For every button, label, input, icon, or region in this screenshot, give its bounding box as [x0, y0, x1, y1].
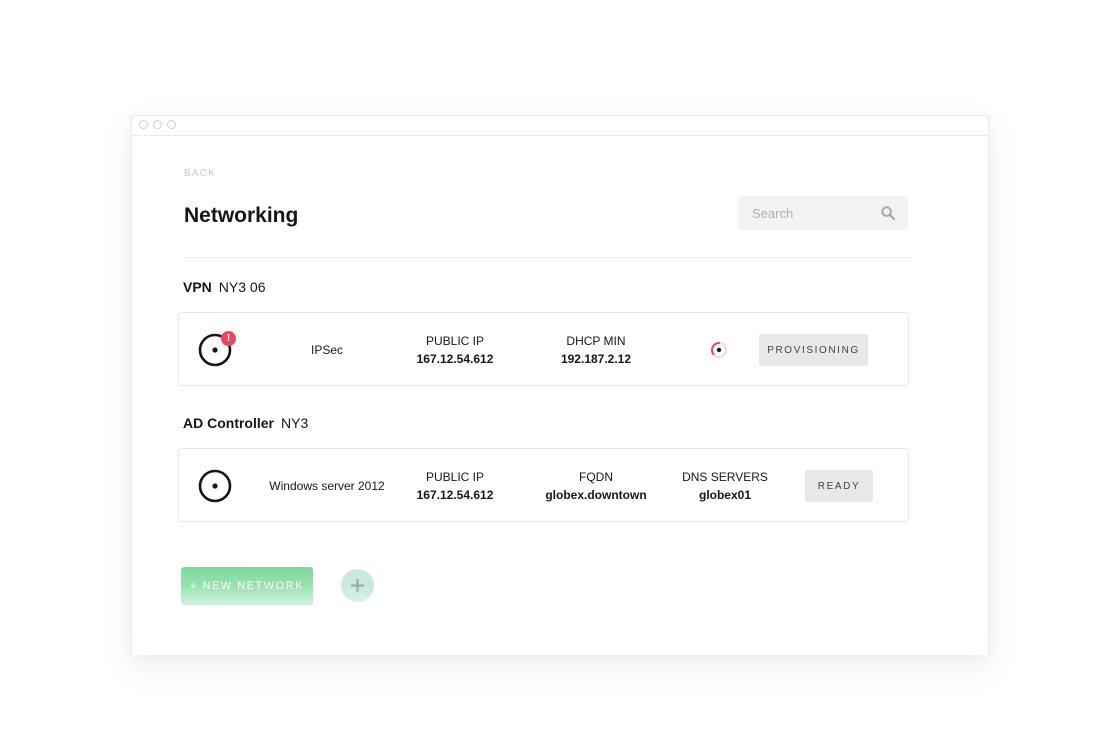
ad-public-ip: PUBLIC IP 167.12.54.612	[417, 468, 494, 504]
vpn-protocol: IPSec	[310, 343, 344, 357]
section-location: NY3	[281, 415, 309, 431]
network-disc-icon	[198, 469, 232, 503]
search-box[interactable]	[738, 196, 908, 230]
field-label: FQDN	[578, 470, 613, 484]
window-minimize-control[interactable]	[153, 120, 162, 129]
window-maximize-control[interactable]	[167, 120, 176, 129]
plus-icon	[351, 579, 364, 592]
add-button[interactable]	[341, 569, 374, 602]
section-type-label: AD Controller	[183, 415, 274, 431]
alert-icon: !	[221, 331, 236, 346]
field-label: PUBLIC IP	[425, 334, 485, 348]
status-badge-provisioning[interactable]: PROVISIONING	[759, 334, 868, 366]
field-label: DHCP MIN	[566, 334, 626, 348]
field-value: globex01	[698, 488, 752, 502]
section-type-label: VPN	[183, 279, 212, 295]
window-close-control[interactable]	[139, 120, 148, 129]
field-value: globex.downtown	[545, 488, 647, 502]
vpn-dhcp-min: DHCP MIN 192.187.2.12	[561, 332, 631, 368]
ad-controller-card[interactable]: Windows server 2012 PUBLIC IP 167.12.54.…	[178, 448, 909, 522]
page-title: Networking	[184, 204, 299, 227]
field-label: PUBLIC IP	[425, 470, 485, 484]
loading-spinner-icon	[711, 342, 727, 358]
window-titlebar	[132, 116, 988, 136]
section-location: NY3 06	[218, 279, 266, 295]
search-input[interactable]	[738, 196, 878, 230]
field-value: 192.187.2.12	[560, 352, 632, 366]
ad-os: Windows server 2012	[269, 479, 385, 493]
new-network-button[interactable]: + NEW NETWORK	[181, 567, 313, 605]
section-title-ad-controller: AD Controller NY3	[183, 415, 308, 431]
field-value: 167.12.54.612	[416, 488, 494, 502]
ad-dns-servers: DNS SERVERS globex01	[682, 468, 768, 504]
vpn-public-ip: PUBLIC IP 167.12.54.612	[417, 332, 494, 368]
field-value: 167.12.54.612	[416, 352, 494, 366]
section-title-vpn: VPN NY3 06	[183, 279, 266, 295]
app-window: BACK Networking VPN NY3 06 ! IPSec PUBLIC…	[131, 115, 989, 655]
search-icon[interactable]	[881, 206, 895, 220]
ad-fqdn: FQDN globex.downtown	[545, 468, 646, 504]
back-link[interactable]: BACK	[184, 168, 216, 179]
vpn-network-card[interactable]: ! IPSec PUBLIC IP 167.12.54.612 DHCP MIN…	[178, 312, 909, 386]
field-label: DNS SERVERS	[682, 470, 768, 484]
header-divider	[184, 257, 912, 258]
status-badge-ready[interactable]: READY	[805, 470, 873, 502]
